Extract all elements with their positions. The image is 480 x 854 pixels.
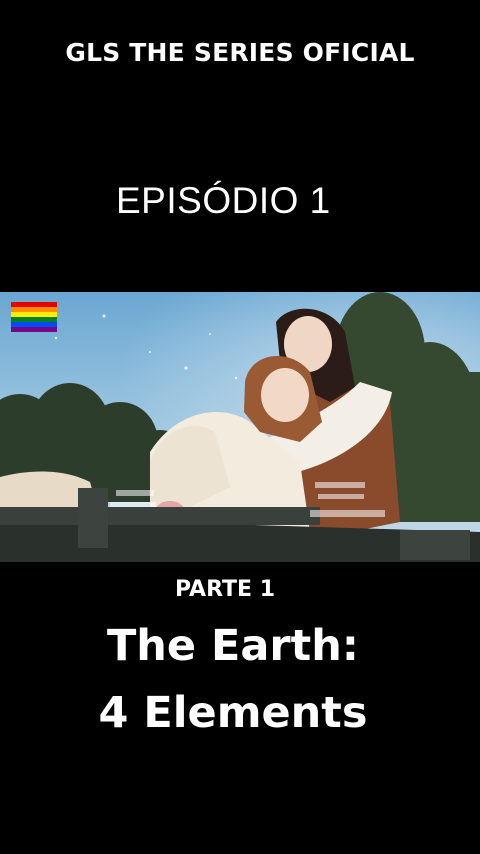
video-still	[0, 292, 480, 562]
rainbow-flag-icon	[11, 302, 57, 332]
show-title-line-1: The Earth:	[106, 621, 360, 671]
channel-title: GLS THE SERIES OFICIAL	[65, 38, 415, 67]
show-title-line-2: 4 Elements	[98, 688, 368, 738]
part-label: PARTE 1	[174, 577, 276, 602]
episode-label: EPISÓDIO 1	[116, 180, 331, 221]
video-frame[interactable]	[0, 292, 480, 562]
